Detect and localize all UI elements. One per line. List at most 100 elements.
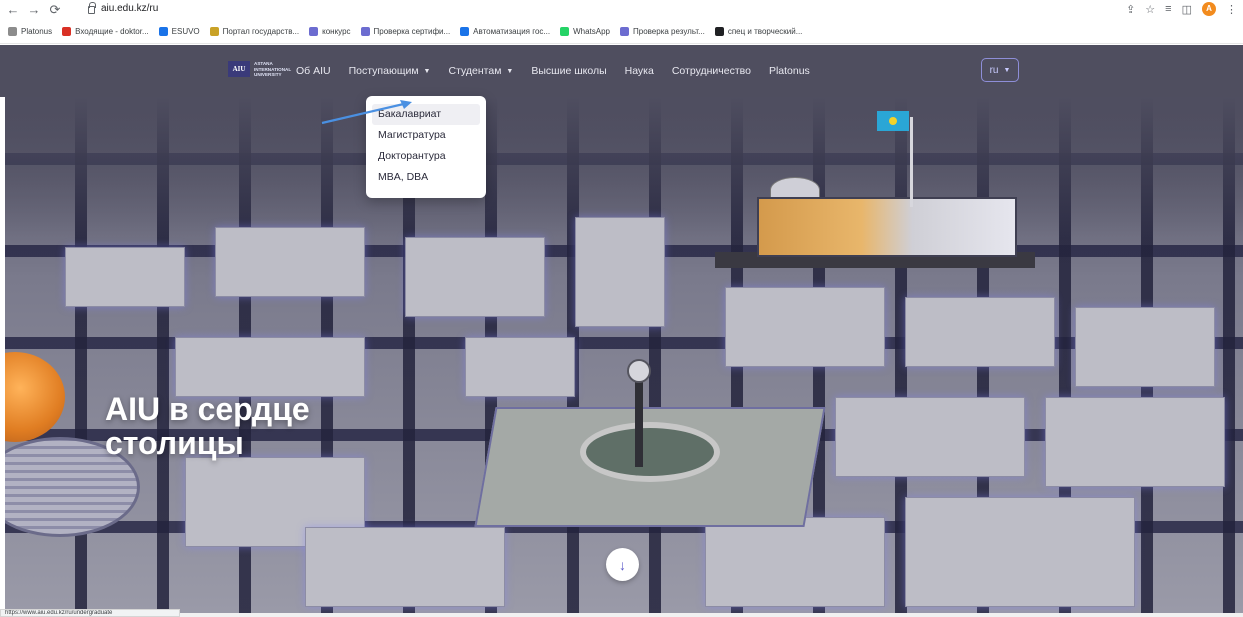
aiu-logo[interactable]: AIU ASTANA INTERNATIONAL UNIVERSITY	[228, 61, 304, 78]
nav-item[interactable]: Студентам ▼	[448, 65, 513, 77]
automation-icon	[460, 27, 470, 36]
bookmark-label: Портал государств...	[222, 27, 300, 36]
caret-down-icon: ▼	[423, 67, 431, 75]
side-panel-icon[interactable]: ◫	[1182, 3, 1192, 16]
uni-icon	[309, 27, 319, 36]
bookmark-label: Автоматизация гос...	[473, 27, 551, 36]
profile-avatar[interactable]: A	[1202, 2, 1216, 16]
city-block	[215, 227, 365, 297]
dark-badge-icon	[714, 27, 724, 36]
grid-icon	[8, 27, 17, 36]
back-arrow-icon[interactable]: ←	[5, 2, 21, 18]
hero-section: AIU в сердце столицы ↓	[5, 97, 1243, 613]
bookmark-item[interactable]: Проверка результ...	[620, 27, 705, 36]
dropdown-item[interactable]: Бакалавриат	[372, 104, 480, 125]
browser-actions: ⇪ ☆ ≡ ◫ A ⋮	[1126, 2, 1237, 16]
nav-label: Поступающим	[348, 65, 419, 77]
chevron-down-icon: ▼	[1003, 66, 1011, 74]
bookmark-item[interactable]: спец и творческий...	[714, 27, 803, 36]
nav-label: Высшие школы	[531, 65, 607, 77]
nav-item[interactable]: Поступающим ▼	[349, 65, 431, 77]
menu-dots-icon[interactable]: ⋮	[1226, 3, 1237, 16]
nav-label: Об AIU	[296, 65, 331, 77]
language-select[interactable]: ru ▼	[981, 58, 1019, 82]
city-block	[1045, 397, 1225, 487]
site-header: AIU ASTANA INTERNATIONAL UNIVERSITY Об A…	[0, 45, 1243, 97]
gmail-icon	[62, 27, 72, 36]
city-block	[905, 297, 1055, 367]
logo-mark: AIU	[228, 61, 250, 78]
city-block	[725, 287, 885, 367]
forward-arrow-icon[interactable]: →	[26, 2, 42, 18]
nav-item[interactable]: Высшие школы	[531, 65, 606, 77]
arrow-down-icon: ↓	[619, 556, 626, 573]
uni-icon	[360, 27, 370, 36]
hero-sky	[5, 97, 1243, 237]
main-nav: Об AIU Поступающим ▼ Студентам ▼ Высшие школы…	[296, 65, 828, 77]
city-block	[705, 517, 885, 607]
city-block	[305, 527, 505, 607]
tower-sphere	[627, 359, 651, 383]
nav-item[interactable]: Сотрудничество	[672, 65, 751, 77]
bookmark-label: Platonus	[21, 27, 53, 36]
uni-icon	[620, 27, 629, 36]
bookmark-label: Проверка сертифи...	[373, 27, 451, 36]
dropdown-item[interactable]: Докторантура	[372, 146, 480, 167]
round-plaza	[580, 422, 720, 482]
nav-item[interactable]: Platonus	[769, 65, 810, 77]
orange-sphere-building	[5, 352, 65, 442]
bookmark-label: спец и творческий...	[727, 27, 803, 36]
bookmark-item[interactable]: конкурс	[309, 27, 351, 36]
caret-down-icon: ▼	[506, 67, 514, 75]
bookmark-label: конкурс	[322, 27, 351, 36]
nav-label: Сотрудничество	[671, 65, 751, 77]
reading-list-icon[interactable]: ≡	[1165, 3, 1171, 15]
nav-item[interactable]: Об AIU	[296, 65, 331, 77]
city-block	[1075, 307, 1215, 387]
city-block	[835, 397, 1025, 477]
city-block	[405, 237, 545, 317]
lock-icon	[88, 1, 96, 14]
flagpole	[910, 117, 913, 207]
whatsapp-icon	[560, 27, 570, 36]
nav-label: Студентам	[448, 65, 502, 77]
city-block	[905, 497, 1135, 607]
kazakhstan-flag	[877, 111, 909, 131]
dropdown-item[interactable]: Магистратура	[372, 125, 480, 146]
city-block	[175, 337, 365, 397]
scroll-down-button[interactable]: ↓	[606, 548, 639, 581]
bookmark-label: Проверка результ...	[633, 27, 705, 36]
bookmark-item[interactable]: WhatsApp	[560, 27, 610, 36]
baiterek-tower	[635, 372, 643, 467]
status-url: https://www.aiu.edu.kz/ru/undergraduate	[0, 609, 180, 617]
gov-portal-icon	[209, 27, 219, 36]
city-block	[575, 217, 665, 327]
applicants-dropdown: Бакалавриат Магистратура Докторантура MBA, …	[366, 96, 486, 198]
reload-icon[interactable]: ⟳	[47, 2, 63, 18]
share-icon[interactable]: ⇪	[1126, 3, 1135, 16]
star-icon[interactable]: ☆	[1145, 3, 1155, 16]
nav-label: Platonus	[768, 65, 810, 77]
nav-item[interactable]: Наука	[625, 65, 654, 77]
university-building	[757, 197, 1017, 257]
bookmark-item[interactable]: Портал государств...	[209, 27, 300, 36]
bottom-scrollbar[interactable]	[0, 613, 1243, 617]
city-block	[65, 247, 185, 307]
language-value: ru	[989, 64, 999, 76]
bookmark-item[interactable]: ESUVO	[158, 27, 200, 36]
address-bar[interactable]: aiu.edu.kz/ru	[88, 1, 159, 14]
city-block	[465, 337, 575, 397]
bookmark-item[interactable]: Автоматизация гос...	[460, 27, 550, 36]
esuvo-icon	[158, 27, 168, 36]
bookmark-item[interactable]: Входящие - doktor...	[62, 27, 149, 36]
hero-title: AIU в сердце столицы	[105, 391, 310, 461]
bookmarks-bar: Platonus Входящие - doktor... ESUVO Портал …	[0, 20, 1243, 44]
nav-label: Наука	[624, 65, 654, 77]
bookmark-item[interactable]: Platonus	[8, 27, 52, 36]
bookmark-label: Входящие - doktor...	[75, 27, 149, 36]
bookmark-label: ESUVO	[171, 27, 200, 36]
bookmark-label: WhatsApp	[573, 27, 610, 36]
url-text: aiu.edu.kz/ru	[101, 3, 159, 14]
bookmark-item[interactable]: Проверка сертифи...	[360, 27, 451, 36]
dropdown-item[interactable]: MBA, DBA	[372, 167, 480, 188]
